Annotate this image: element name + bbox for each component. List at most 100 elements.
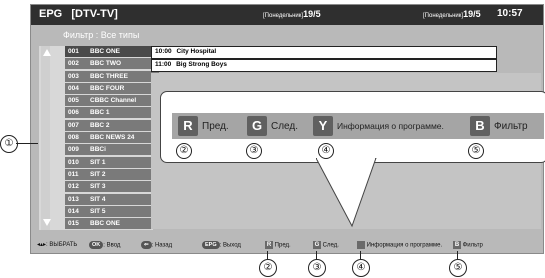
program-title: Big Strong Boys <box>176 61 228 68</box>
filter-value: Все типы <box>100 30 140 40</box>
back-key-icon[interactable]: ⇐ <box>141 241 152 249</box>
callout-marker-5: ⑤ <box>468 143 484 159</box>
callout-prev-label: Пред. <box>202 121 229 132</box>
marker-3-leader <box>316 251 317 259</box>
marker-1-leader <box>16 143 38 144</box>
enter-label: : Ввод <box>103 242 121 249</box>
channel-name: SIT 3 <box>90 183 106 191</box>
filter-status: Фильтр : Все типы <box>63 30 139 40</box>
channel-row[interactable]: 012 SIT 3 <box>65 181 159 193</box>
date-right: [Понедельник]19/5 <box>423 9 481 19</box>
marker-1: ① <box>0 135 18 153</box>
ok-key[interactable]: OK <box>89 241 104 249</box>
channel-name: SIT 1 <box>90 158 106 166</box>
channel-row[interactable]: 013 SIT 4 <box>65 193 159 205</box>
callout-next-label: След. <box>271 121 299 132</box>
channel-scrollbar[interactable] <box>41 46 51 230</box>
channel-number: 013 <box>68 195 79 203</box>
channel-name: BBC TWO <box>90 60 122 68</box>
channel-number: 008 <box>68 134 79 142</box>
channel-name: CBBC Channel <box>90 97 137 105</box>
marker-3: ③ <box>308 259 326 277</box>
scroll-up-icon[interactable] <box>43 49 51 56</box>
callout-filter-label: Фильтр <box>494 121 528 132</box>
channel-number: 015 <box>68 220 79 228</box>
callout-marker-2: ② <box>176 143 192 159</box>
channel-name: BBC 2 <box>90 121 110 129</box>
callout-key-bar: R Пред. G След. Y Информация о программе… <box>172 113 544 139</box>
channel-number: 002 <box>68 60 79 68</box>
channel-name: SIT 4 <box>90 195 106 203</box>
epg-title: EPG [DTV-TV] <box>39 8 118 20</box>
channel-name: SIT 2 <box>90 170 106 178</box>
callout-pointer <box>316 158 377 228</box>
select-hint: : ВЫБРАТЬ <box>46 242 78 248</box>
channel-row[interactable]: 014 SIT 5 <box>65 205 159 217</box>
day-left: [Понедельник] <box>263 13 304 19</box>
blue-key[interactable]: B <box>453 241 461 249</box>
channel-name: BBC ONE <box>90 220 120 228</box>
filter-separator: : <box>95 30 99 40</box>
marker-5-leader <box>457 251 458 259</box>
channel-name: SIT 5 <box>90 207 106 215</box>
channel-row[interactable]: 015 BBC ONE <box>65 218 159 230</box>
exit-label: : Выход <box>219 242 241 249</box>
marker-4: ④ <box>352 259 370 277</box>
channel-number: 010 <box>68 158 79 166</box>
channel-panel: 001 BBC ONE 002 BBC TWO 003 BBC THREE 004 BBC F… <box>39 46 159 230</box>
green-key[interactable]: G <box>313 241 321 249</box>
channel-number: 012 <box>68 183 79 191</box>
channel-name: BBC THREE <box>90 72 128 80</box>
header-bar: EPG [DTV-TV] [Понедельник]19/5 [Понедель… <box>31 5 543 25</box>
channel-number: 006 <box>68 109 79 117</box>
channel-row[interactable]: 010 SIT 1 <box>65 156 159 168</box>
channel-name: BBC FOUR <box>90 84 125 92</box>
program-title: City Hospital <box>176 48 217 55</box>
day-right: [Понедельник] <box>423 13 464 19</box>
yellow-key[interactable]: Y <box>357 241 365 249</box>
channel-list: 001 BBC ONE 002 BBC TWO 003 BBC THREE 004 BBC F… <box>65 46 159 230</box>
epg-key[interactable]: EPG <box>202 241 220 249</box>
callout-marker-3: ③ <box>246 143 262 159</box>
channel-name: BBCi <box>90 146 106 154</box>
program-time: 11:00 <box>155 61 172 68</box>
channel-number: 014 <box>68 207 79 215</box>
callout-info-label: Информация о программе. <box>337 121 444 131</box>
marker-4-leader <box>360 251 361 259</box>
channel-row[interactable]: 009 BBCi <box>65 144 159 156</box>
back-label: : Назад <box>151 242 173 249</box>
red-key[interactable]: R <box>265 241 273 249</box>
exit-hint: EPG: Выход <box>202 241 241 249</box>
prev-label: Пред. <box>274 242 291 249</box>
info-label: Информация о программе. <box>366 242 443 249</box>
channel-row[interactable]: 004 BBC FOUR <box>65 82 159 94</box>
channel-row[interactable]: 005 CBBC Channel <box>65 95 159 107</box>
channel-name: BBC NEWS 24 <box>90 134 135 142</box>
channel-number: 007 <box>68 121 79 129</box>
channel-row[interactable]: 003 BBC THREE <box>65 70 159 82</box>
marker-2: ② <box>259 259 277 277</box>
date-right-value: 19/5 <box>463 9 481 19</box>
callout-yellow-key: Y <box>313 116 333 136</box>
channel-row[interactable]: 007 BBC 2 <box>65 119 159 131</box>
channel-row[interactable]: 001 BBC ONE <box>65 46 159 57</box>
next-label: След. <box>322 242 339 249</box>
scroll-down-icon[interactable] <box>43 219 51 226</box>
next-hint: G След. <box>313 241 339 249</box>
program-row[interactable]: 11:00 Big Strong Boys <box>151 59 497 72</box>
marker-5: ⑤ <box>449 259 467 277</box>
channel-row[interactable]: 002 BBC TWO <box>65 58 159 70</box>
callout-marker-4: ④ <box>318 143 334 159</box>
channel-number: 011 <box>68 170 79 178</box>
channel-row[interactable]: 011 SIT 2 <box>65 168 159 180</box>
channel-number: 004 <box>68 84 79 92</box>
channel-row[interactable]: 008 BBC NEWS 24 <box>65 132 159 144</box>
channel-name: BBC ONE <box>90 48 120 55</box>
date-left-value: 19/5 <box>303 9 321 19</box>
navigate-hint: ◂▴▸: ВЫБРАТЬ <box>37 241 77 248</box>
channel-number: 009 <box>68 146 79 154</box>
filter-hint: B Фильтр <box>453 241 483 249</box>
channel-row[interactable]: 006 BBC 1 <box>65 107 159 119</box>
program-row[interactable]: 10:00 City Hospital <box>151 46 497 59</box>
callout-green-key: G <box>247 116 267 136</box>
